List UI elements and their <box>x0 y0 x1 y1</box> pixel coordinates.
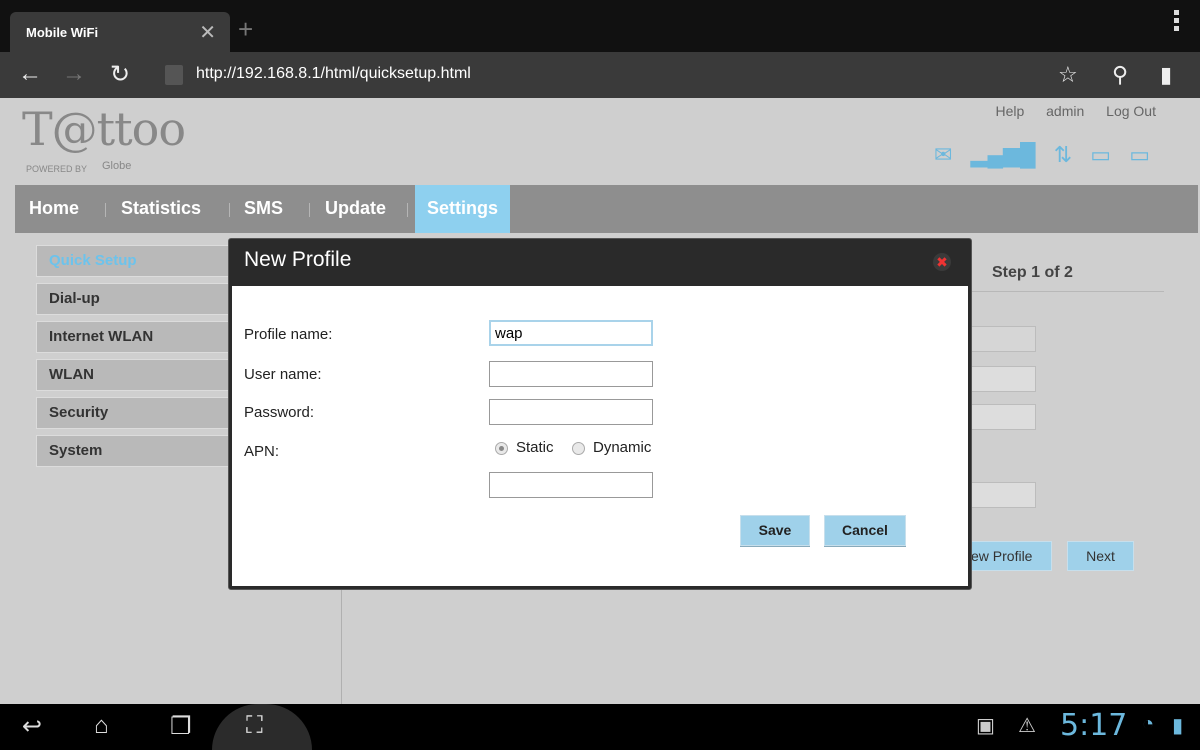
search-icon[interactable]: ⚲ <box>1112 62 1128 88</box>
bg-field[interactable] <box>970 482 1036 508</box>
new-profile-button[interactable]: ew Profile <box>968 541 1052 571</box>
bookmarks-icon[interactable]: ▮ <box>1160 62 1172 88</box>
menu-separator <box>407 203 408 217</box>
new-tab-icon[interactable]: + <box>238 14 253 45</box>
favicon-icon <box>165 65 183 85</box>
gallery-notification-icon[interactable]: ▣ <box>976 713 995 738</box>
step-indicator: Step 1 of 2 <box>992 264 1073 281</box>
password-label: Password: <box>244 404 315 421</box>
overflow-menu-icon[interactable] <box>1174 10 1182 34</box>
menu-separator <box>309 203 310 217</box>
browser-tab[interactable]: Mobile WiFi ✕ <box>10 12 230 52</box>
system-navigation-bar: ↩ ⌂ ❐ ⛶ ▣ ⚠ 5:17 ◔ ▮ <box>0 704 1200 750</box>
sidebar-item-security[interactable]: Security <box>36 397 236 429</box>
apn-static-radio[interactable]: Static <box>495 439 554 456</box>
main-menu: Home Statistics SMS Update Settings <box>15 185 1198 233</box>
browser-tabstrip: Mobile WiFi ✕ + <box>0 0 1200 52</box>
menu-sms[interactable]: SMS <box>232 185 295 233</box>
apn-label: APN: <box>244 443 280 460</box>
next-button[interactable]: Next <box>1067 541 1134 571</box>
dialog-body: Profile name: User name: Password: APN: … <box>232 286 968 586</box>
status-icons: ✉ ▂▄▆█ ⇅ ▭ ▭ <box>922 142 1150 168</box>
profile-name-input[interactable] <box>489 320 653 346</box>
menu-statistics[interactable]: Statistics <box>109 185 213 233</box>
new-profile-dialog: New Profile ✖ Profile name: User name: P… <box>228 238 972 590</box>
url-field[interactable]: http://192.168.8.1/html/quicksetup.html <box>196 65 471 83</box>
tattoo-logo: T@ttoo POWERED BY Globe <box>22 102 186 174</box>
recents-nav-icon[interactable]: ❐ <box>170 712 192 741</box>
profile-select[interactable] <box>970 326 1036 352</box>
logout-link[interactable]: Log Out <box>1106 103 1156 119</box>
tab-title: Mobile WiFi <box>26 25 99 40</box>
content-divider <box>341 588 342 704</box>
dialog-header: New Profile ✖ <box>229 239 971 285</box>
apn-dynamic-radio[interactable]: Dynamic <box>572 439 651 456</box>
sidebar-item-internet-wlan[interactable]: Internet WLAN <box>36 321 236 353</box>
close-icon[interactable]: ✖ <box>933 253 951 271</box>
warning-icon[interactable]: ⚠ <box>1018 713 1036 738</box>
menu-separator <box>229 203 230 217</box>
sidebar-item-quick-setup[interactable]: Quick Setup <box>36 245 236 277</box>
battery-icon: ▭ <box>1129 142 1150 167</box>
wifi-device-icon: ▭ <box>1090 142 1112 167</box>
reload-icon[interactable]: ↻ <box>110 60 130 89</box>
help-link[interactable]: Help <box>995 103 1024 119</box>
apn-input[interactable] <box>489 472 653 498</box>
sidebar-item-wlan[interactable]: WLAN <box>36 359 236 391</box>
data-transfer-icon: ⇅ <box>1053 142 1073 167</box>
menu-update[interactable]: Update <box>313 185 398 233</box>
user-name: admin <box>1046 103 1085 119</box>
browser-toolbar: ← → ↻ http://192.168.8.1/html/quicksetup… <box>0 52 1200 98</box>
forward-icon[interactable]: → <box>62 60 86 88</box>
menu-separator <box>105 203 106 217</box>
home-nav-icon[interactable]: ⌂ <box>94 712 109 740</box>
cancel-button[interactable]: Cancel <box>824 515 906 546</box>
back-nav-icon[interactable]: ↩ <box>22 712 42 741</box>
tab-close-icon[interactable]: ✕ <box>199 20 216 45</box>
password-input[interactable] <box>489 399 653 425</box>
battery-status-icon: ▮ <box>1172 715 1184 737</box>
user-name-label: User name: <box>244 366 322 383</box>
settings-sidebar: Quick Setup Dial-up Internet WLAN WLAN S… <box>36 245 236 473</box>
radio-selected-icon <box>495 441 508 455</box>
back-icon[interactable]: ← <box>18 60 42 88</box>
radio-unselected-icon <box>572 441 585 455</box>
menu-settings[interactable]: Settings <box>415 185 511 233</box>
clock: 5:17 <box>1060 708 1128 743</box>
bg-field[interactable] <box>970 366 1036 392</box>
profile-name-label: Profile name: <box>244 326 333 343</box>
wifi-icon: ◔ <box>1142 713 1155 735</box>
save-button[interactable]: Save <box>740 515 810 546</box>
step-divider <box>968 291 1164 292</box>
top-links: Help admin Log Out <box>977 103 1156 119</box>
signal-icon: ▂▄▆█ <box>970 142 1036 167</box>
dialog-title: New Profile <box>244 248 352 271</box>
bg-field[interactable] <box>970 404 1036 430</box>
menu-home[interactable]: Home <box>17 185 91 233</box>
mail-icon[interactable]: ✉ <box>934 142 952 167</box>
screenshot-icon[interactable]: ⛶ <box>246 712 263 740</box>
sidebar-item-dial-up[interactable]: Dial-up <box>36 283 236 315</box>
sidebar-item-system[interactable]: System <box>36 435 236 467</box>
user-name-input[interactable] <box>489 361 653 387</box>
star-icon[interactable]: ☆ <box>1058 62 1078 88</box>
